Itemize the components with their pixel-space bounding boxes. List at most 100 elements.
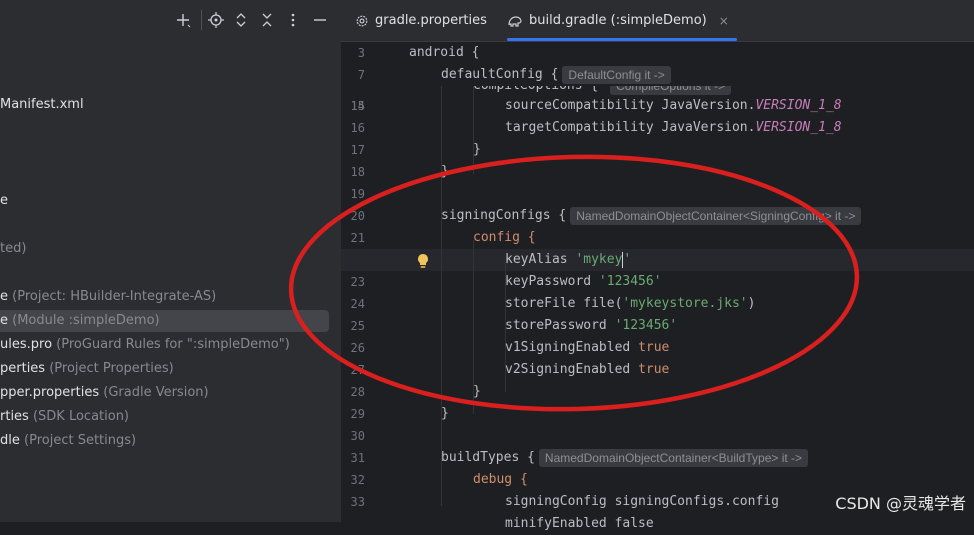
tree-item-label: e [0, 193, 8, 208]
code-text: keyPassword [505, 274, 599, 289]
code-line: buildTypes {NamedDomainObjectContainer<B… [441, 447, 809, 469]
line-number: 27 [350, 363, 365, 377]
tree-item-label: pper.properties [0, 385, 100, 400]
code-line: } [473, 381, 481, 403]
code-keyword: true [638, 362, 670, 377]
code-line: config { [473, 227, 536, 249]
add-icon[interactable] [173, 10, 193, 30]
editor-tab-bar: gradle.properties build.gradle (:simpleD… [341, 0, 974, 42]
code-text: } [473, 142, 481, 157]
tree-item[interactable]: ted) [0, 238, 26, 260]
inlay-hint: DefaultConfig it -> [562, 65, 671, 84]
indent-guide [441, 86, 442, 506]
code-line: keyPassword '123456' [505, 271, 662, 293]
code-line: } [473, 139, 481, 161]
inlay-hint: NamedDomainObjectContainer<BuildType> it… [538, 448, 809, 467]
line-number: 20 [350, 209, 365, 223]
tree-item-label: ules.pro [0, 337, 53, 352]
code-text: config { [473, 230, 536, 245]
code-string: 'mykey [575, 252, 623, 267]
code-line: debug { [473, 469, 528, 491]
code-string: '123456' [614, 318, 678, 333]
close-icon[interactable]: × [719, 14, 729, 28]
code-line: v1SigningEnabled true [505, 337, 669, 359]
elephant-icon [508, 15, 522, 27]
line-number: 19 [350, 187, 365, 201]
code-text: } [441, 164, 449, 179]
tree-item-label: perties [0, 361, 46, 376]
line-number: 3 [357, 46, 365, 60]
code-text: debug { [473, 472, 528, 487]
code-text: storePassword [505, 318, 615, 333]
code-text: storeFile file( [505, 296, 623, 311]
code-line: signingConfig signingConfigs.config [505, 491, 779, 513]
code-line-sticky: defaultConfig {DefaultConfig it -> [409, 64, 974, 86]
code-area[interactable]: compileOptions { CompileOptions it -> an… [341, 42, 974, 531]
line-number: 18 [350, 165, 365, 179]
code-constant: VERSION_1_8 [755, 98, 842, 113]
line-number: 17 [350, 143, 365, 157]
code-text: keyAlias [505, 252, 576, 267]
code-line: targetCompatibility JavaVersion.VERSION_… [505, 117, 842, 139]
more-icon[interactable] [283, 10, 303, 30]
collapse-all-icon[interactable] [257, 10, 277, 30]
tree-item-detail: (Project Settings) [19, 433, 137, 448]
tree-item[interactable]: e [0, 190, 8, 212]
minimize-icon[interactable] [310, 10, 330, 30]
tree-item-settings-gradle[interactable]: dle (Project Settings) [0, 430, 136, 452]
code-text: v1SigningEnabled [505, 340, 639, 355]
tree-item-detail: (SDK Location) [28, 409, 130, 424]
lightbulb-icon[interactable] [416, 253, 430, 269]
tree-item-label: dle [0, 433, 20, 448]
tree-item-label: e [0, 289, 8, 304]
code-line: storePassword '123456' [505, 315, 677, 337]
tree-item-local-properties[interactable]: rties (SDK Location) [0, 406, 129, 428]
code-constant: VERSION_1_8 [755, 120, 842, 135]
code-text: ) [747, 296, 756, 311]
project-panel: Manifest.xml e ted) e (Project: HBuilder… [0, 0, 341, 522]
code-line-sticky: android { [409, 42, 974, 64]
code-keyword: true [638, 340, 670, 355]
line-number: 33 [350, 495, 365, 509]
watermark: CSDN @灵魂学者 [835, 494, 966, 513]
code-text: targetCompatibility JavaVersion. [505, 120, 756, 135]
line-number-gutter: 3 7 14 15 16 17 18 19 20 21 22 23 24 25 … [341, 42, 401, 522]
line-number: 29 [350, 407, 365, 421]
code-text: buildTypes { [441, 450, 535, 465]
code-string: ' [623, 252, 632, 267]
tab-build-gradle[interactable]: build.gradle (:simpleDemo) × [507, 0, 737, 41]
code-text: v2SigningEnabled [505, 362, 639, 377]
tab-gradle-properties[interactable]: gradle.properties [355, 0, 487, 41]
tree-item-module-build-gradle[interactable]: e (Module :simpleDemo) [0, 310, 329, 332]
code-line: sourceCompatibility JavaVersion.VERSION_… [505, 95, 842, 117]
tree-item-project-build-gradle[interactable]: e (Project: HBuilder-Integrate-AS) [0, 286, 216, 308]
line-number: 30 [350, 429, 365, 443]
tree-item-gradle-properties[interactable]: perties (Project Properties) [0, 358, 174, 380]
line-number: 23 [350, 275, 365, 289]
expand-all-icon[interactable] [231, 10, 251, 30]
tree-item-detail: (Module :simpleDemo) [8, 313, 160, 328]
line-number: 26 [350, 341, 365, 355]
gear-icon [356, 15, 368, 26]
locate-icon[interactable] [206, 10, 226, 30]
code-string: '123456' [598, 274, 662, 289]
line-number: 25 [350, 319, 365, 333]
code-text: } [441, 406, 449, 421]
current-line-highlight [341, 249, 974, 271]
editor-area: gradle.properties build.gradle (:simpleD… [341, 0, 974, 531]
code-text: android { [409, 45, 480, 60]
tree-item-detail: ted) [0, 241, 27, 256]
tree-item-manifest[interactable]: Manifest.xml [0, 94, 84, 116]
code-text: } [473, 384, 481, 399]
code-line: v2SigningEnabled true [505, 359, 669, 381]
line-number: 28 [350, 385, 365, 399]
tree-item-detail: (Gradle Version) [99, 385, 209, 400]
line-number: 7 [357, 68, 365, 82]
line-number: 21 [350, 231, 365, 245]
tree-item-detail: (Project: HBuilder-Integrate-AS) [8, 289, 217, 304]
tree-item-proguard-rules[interactable]: ules.pro (ProGuard Rules for ":simpleDem… [0, 334, 290, 356]
toolbar-separator [201, 10, 202, 30]
code-text: sourceCompatibility JavaVersion. [505, 98, 756, 113]
code-line-current: keyAlias 'mykey' [505, 249, 631, 271]
tree-item-wrapper-properties[interactable]: pper.properties (Gradle Version) [0, 382, 209, 404]
